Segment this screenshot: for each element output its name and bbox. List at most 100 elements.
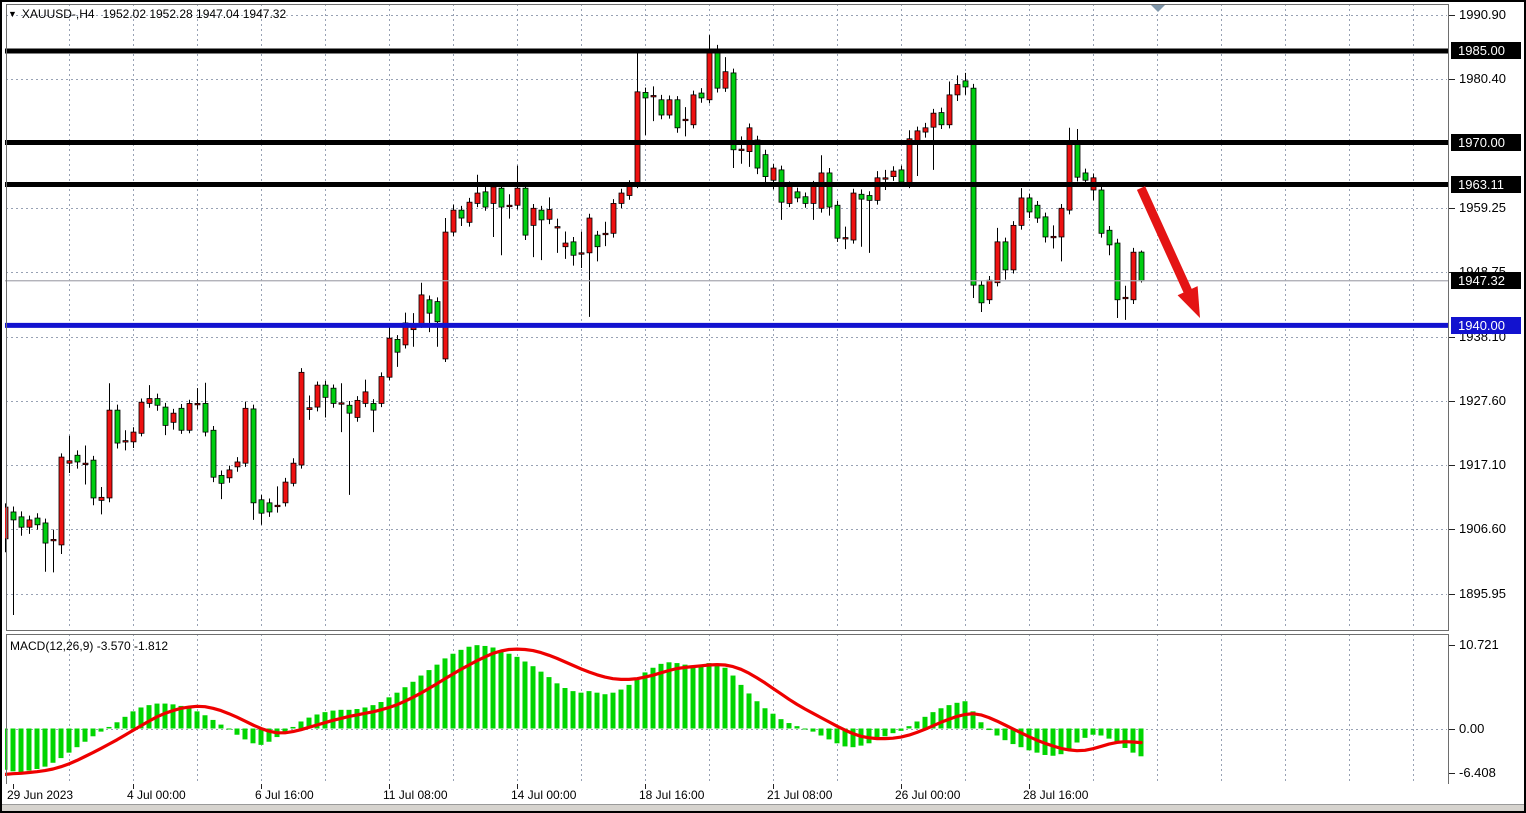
candle xyxy=(435,297,440,346)
candle-body xyxy=(947,95,952,125)
macd-bar xyxy=(67,729,72,753)
macd-bar xyxy=(435,665,440,729)
price-tick-label: 1895.95 xyxy=(1459,586,1506,601)
candle-body xyxy=(19,517,24,527)
candle xyxy=(283,478,288,507)
candle-body xyxy=(619,193,624,203)
candle xyxy=(379,372,384,407)
macd-bar xyxy=(411,682,416,729)
symbol-ohlc-readout: ▼XAUUSD-,H41952.02 1952.28 1947.04 1947.… xyxy=(8,7,286,21)
macd-pane-canvas[interactable] xyxy=(5,633,1450,786)
price-chart-canvas[interactable] xyxy=(5,3,1450,632)
macd-bar xyxy=(547,677,552,728)
macd-tick-label: 0.00 xyxy=(1459,721,1484,736)
candle-body xyxy=(171,413,176,422)
candle xyxy=(11,506,16,615)
price-tick-label: 1990.90 xyxy=(1459,7,1506,22)
candle-body xyxy=(731,73,736,150)
macd-bar xyxy=(707,663,712,728)
macd-bar xyxy=(899,729,904,731)
candle xyxy=(1123,286,1128,320)
symbol-period-label: XAUUSD-,H4 xyxy=(22,7,95,21)
candle-body xyxy=(763,155,768,177)
macd-bar xyxy=(995,729,1000,736)
candle-body xyxy=(179,408,184,430)
macd-bar xyxy=(507,654,512,729)
candle xyxy=(251,405,256,520)
candle-body xyxy=(267,503,272,512)
macd-bar xyxy=(419,676,424,729)
candle-body xyxy=(83,463,88,464)
candle-body xyxy=(299,372,304,465)
candle-body xyxy=(499,188,504,207)
macd-bar xyxy=(75,729,80,748)
macd-bar xyxy=(763,708,768,728)
macd-bar xyxy=(211,720,216,729)
candle-body xyxy=(387,338,392,377)
candle-body xyxy=(467,202,472,222)
candle xyxy=(939,108,944,129)
time-axis[interactable]: 29 Jun 20234 Jul 00:006 Jul 16:0011 Jul … xyxy=(2,784,1449,806)
candle-body xyxy=(355,400,360,417)
candle-body xyxy=(1027,198,1032,212)
candle-body xyxy=(483,192,488,207)
candle xyxy=(1091,174,1096,201)
candle xyxy=(1043,213,1048,243)
candle xyxy=(795,188,800,203)
candle xyxy=(587,214,592,317)
candle xyxy=(515,166,520,210)
macd-bar xyxy=(947,705,952,728)
macd-bar xyxy=(523,662,528,729)
candle xyxy=(1107,226,1112,255)
candle xyxy=(419,283,424,328)
candle xyxy=(59,453,64,554)
candle-body xyxy=(1051,236,1056,237)
candle-body xyxy=(243,408,248,463)
candle-body xyxy=(395,339,400,352)
trend-arrow[interactable] xyxy=(1141,188,1200,318)
candle xyxy=(891,166,896,181)
candle xyxy=(339,383,344,432)
candle-body xyxy=(579,253,584,254)
macd-bar xyxy=(163,704,168,729)
candle xyxy=(611,199,616,237)
candle-body xyxy=(1059,208,1064,237)
candle-body xyxy=(811,185,816,203)
chart-shift-marker[interactable] xyxy=(1150,4,1166,12)
candle xyxy=(603,222,608,246)
candle-body xyxy=(163,407,168,425)
time-tick-label: 28 Jul 16:00 xyxy=(1023,788,1088,802)
candle xyxy=(955,75,960,101)
candle xyxy=(403,313,408,349)
price-axis-tick xyxy=(1449,773,1455,774)
macd-bar xyxy=(1107,729,1112,739)
candle xyxy=(931,109,936,170)
macd-bar xyxy=(715,665,720,729)
price-axis-tick xyxy=(1449,401,1455,402)
candle-body xyxy=(691,95,696,125)
candle xyxy=(507,194,512,218)
candle-body xyxy=(539,210,544,220)
candle-body xyxy=(1123,297,1128,298)
candle-body xyxy=(1083,173,1088,180)
macd-bar xyxy=(803,729,808,730)
candle xyxy=(707,35,712,103)
candle-body xyxy=(803,197,808,204)
candle-body xyxy=(603,233,608,234)
price-axis-tick xyxy=(1449,465,1455,466)
candle-body xyxy=(379,377,384,404)
candle-body xyxy=(899,170,904,182)
candle-body xyxy=(659,100,664,115)
macd-bar xyxy=(827,729,832,740)
price-axis[interactable]: 1990.901980.401959.251948.751938.101927.… xyxy=(1449,2,1526,813)
candle-body xyxy=(571,242,576,255)
macd-tick-label: 10.721 xyxy=(1459,637,1499,652)
macd-bar xyxy=(795,726,800,728)
candle xyxy=(67,436,72,473)
candle-body xyxy=(515,188,520,205)
macd-bar xyxy=(195,711,200,728)
macd-bar xyxy=(107,727,112,729)
candle xyxy=(155,394,160,411)
macd-bar xyxy=(91,729,96,737)
candle-body xyxy=(147,399,152,404)
